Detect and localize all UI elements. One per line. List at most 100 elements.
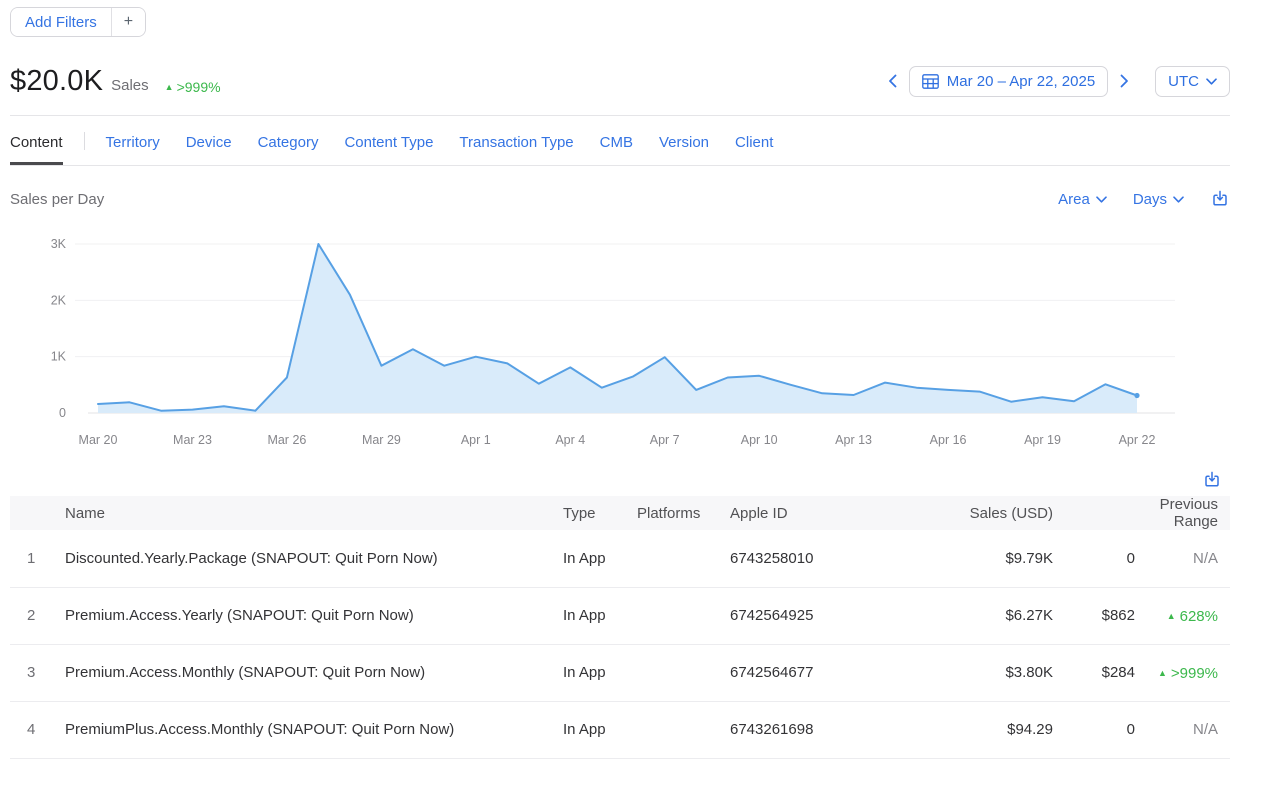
timezone-label: UTC bbox=[1168, 73, 1199, 90]
row-type: In App bbox=[563, 587, 637, 644]
row-type: In App bbox=[563, 530, 637, 587]
tab-version[interactable]: Version bbox=[659, 116, 709, 165]
content-sales-table: Name Type Platforms Apple ID Sales (USD)… bbox=[10, 496, 1230, 759]
column-header-previous-value bbox=[1053, 496, 1135, 530]
row-change: N/A bbox=[1135, 530, 1230, 587]
chart-last-point bbox=[1134, 393, 1139, 398]
y-axis-label: 2K bbox=[51, 293, 67, 307]
row-name: Discounted.Yearly.Package (SNAPOUT: Quit… bbox=[65, 530, 563, 587]
chart-type-dropdown[interactable]: Area bbox=[1058, 191, 1107, 208]
up-triangle-icon: ▲ bbox=[1158, 669, 1167, 678]
chart-header: Sales per Day Area Days bbox=[10, 187, 1230, 211]
chart-controls: Area Days bbox=[1058, 189, 1230, 209]
sales-change-badge: ▲ >999% bbox=[165, 79, 221, 95]
chevron-down-icon bbox=[1173, 196, 1184, 203]
x-axis-label: Mar 23 bbox=[173, 433, 212, 447]
sales-chart-svg: 01K2K3KMar 20Mar 23Mar 26Mar 29Apr 1Apr … bbox=[10, 219, 1230, 451]
x-axis-label: Apr 16 bbox=[930, 433, 967, 447]
chevron-down-icon bbox=[1206, 78, 1217, 85]
row-rank: 2 bbox=[10, 587, 65, 644]
tab-category[interactable]: Category bbox=[258, 116, 319, 165]
chart-download-button[interactable] bbox=[1210, 189, 1230, 209]
row-previous-value: 0 bbox=[1053, 701, 1135, 758]
date-range-label: Mar 20 – Apr 22, 2025 bbox=[947, 73, 1095, 90]
x-axis-label: Apr 22 bbox=[1119, 433, 1156, 447]
x-axis-label: Apr 1 bbox=[461, 433, 491, 447]
download-icon bbox=[1202, 470, 1222, 490]
column-header-sales[interactable]: Sales (USD) bbox=[938, 496, 1053, 530]
row-sales: $9.79K bbox=[938, 530, 1053, 587]
sales-trends-page: Add Filters + $20.0K Sales ▲ >999% bbox=[0, 0, 1271, 759]
calendar-icon bbox=[922, 74, 939, 89]
row-apple-id: 6743258010 bbox=[730, 530, 938, 587]
previous-range-button[interactable] bbox=[886, 72, 899, 90]
table-tools bbox=[10, 469, 1230, 491]
sales-per-day-chart: 01K2K3KMar 20Mar 23Mar 26Mar 29Apr 1Apr … bbox=[10, 219, 1230, 451]
x-axis-label: Apr 7 bbox=[650, 433, 680, 447]
row-name: Premium.Access.Yearly (SNAPOUT: Quit Por… bbox=[65, 587, 563, 644]
y-axis-label: 1K bbox=[51, 350, 67, 364]
table-download-button[interactable] bbox=[1202, 470, 1222, 490]
sales-change-percent: >999% bbox=[177, 79, 221, 95]
row-platforms bbox=[637, 701, 730, 758]
table-row[interactable]: 1Discounted.Yearly.Package (SNAPOUT: Qui… bbox=[10, 530, 1230, 587]
chart-title: Sales per Day bbox=[10, 191, 104, 208]
table-row[interactable]: 4PremiumPlus.Access.Monthly (SNAPOUT: Qu… bbox=[10, 701, 1230, 758]
row-apple-id: 6742564925 bbox=[730, 587, 938, 644]
row-sales: $94.29 bbox=[938, 701, 1053, 758]
sales-total: $20.0K Sales ▲ >999% bbox=[10, 65, 221, 98]
y-axis-label: 3K bbox=[51, 237, 67, 251]
tab-cmb[interactable]: CMB bbox=[600, 116, 633, 165]
sales-total-value: $20.0K bbox=[10, 65, 103, 98]
timezone-selector[interactable]: UTC bbox=[1155, 66, 1230, 97]
tab-device[interactable]: Device bbox=[186, 116, 232, 165]
row-change: ▲628% bbox=[1135, 587, 1230, 644]
tab-content[interactable]: Content bbox=[10, 116, 63, 165]
x-axis-label: Mar 26 bbox=[267, 433, 306, 447]
up-triangle-icon: ▲ bbox=[165, 83, 174, 92]
row-rank: 4 bbox=[10, 701, 65, 758]
row-change: ▲>999% bbox=[1135, 644, 1230, 701]
dimension-tabs: Content Territory Device Category Content Ty… bbox=[10, 116, 1230, 166]
row-previous-value: $862 bbox=[1053, 587, 1135, 644]
row-previous-value: $284 bbox=[1053, 644, 1135, 701]
row-change: N/A bbox=[1135, 701, 1230, 758]
table-row[interactable]: 3Premium.Access.Monthly (SNAPOUT: Quit P… bbox=[10, 644, 1230, 701]
add-filter-plus-button[interactable]: + bbox=[112, 8, 145, 36]
tab-divider bbox=[84, 132, 85, 150]
column-header-platforms[interactable]: Platforms bbox=[637, 496, 730, 530]
column-header-type[interactable]: Type bbox=[563, 496, 637, 530]
granularity-dropdown[interactable]: Days bbox=[1133, 191, 1184, 208]
column-header-name[interactable]: Name bbox=[65, 496, 563, 530]
column-header-rank bbox=[10, 496, 65, 530]
chevron-down-icon bbox=[1096, 196, 1107, 203]
table-row[interactable]: 2Premium.Access.Yearly (SNAPOUT: Quit Po… bbox=[10, 587, 1230, 644]
download-icon bbox=[1210, 189, 1230, 209]
row-type: In App bbox=[563, 644, 637, 701]
tab-territory[interactable]: Territory bbox=[106, 116, 160, 165]
granularity-label: Days bbox=[1133, 191, 1167, 208]
add-filters-button[interactable]: Add Filters bbox=[11, 8, 111, 36]
column-header-previous-range[interactable]: Previous Range bbox=[1135, 496, 1230, 530]
row-apple-id: 6742564677 bbox=[730, 644, 938, 701]
up-triangle-icon: ▲ bbox=[1167, 612, 1176, 621]
date-range-button[interactable]: Mar 20 – Apr 22, 2025 bbox=[909, 66, 1108, 97]
row-platforms bbox=[637, 587, 730, 644]
tab-transaction-type[interactable]: Transaction Type bbox=[459, 116, 573, 165]
row-name: PremiumPlus.Access.Monthly (SNAPOUT: Qui… bbox=[65, 701, 563, 758]
chart-type-label: Area bbox=[1058, 191, 1090, 208]
table-header-row: Name Type Platforms Apple ID Sales (USD)… bbox=[10, 496, 1230, 530]
row-platforms bbox=[637, 530, 730, 587]
row-type: In App bbox=[563, 701, 637, 758]
x-axis-label: Mar 20 bbox=[79, 433, 118, 447]
summary-row: $20.0K Sales ▲ >999% Mar 20 – Apr 22, 20… bbox=[10, 61, 1230, 101]
column-header-apple-id[interactable]: Apple ID bbox=[730, 496, 938, 530]
date-controls: Mar 20 – Apr 22, 2025 UTC bbox=[886, 66, 1230, 97]
row-apple-id: 6743261698 bbox=[730, 701, 938, 758]
x-axis-label: Apr 19 bbox=[1024, 433, 1061, 447]
add-filters-group: Add Filters + bbox=[10, 7, 146, 37]
next-range-button[interactable] bbox=[1118, 72, 1131, 90]
row-name: Premium.Access.Monthly (SNAPOUT: Quit Po… bbox=[65, 644, 563, 701]
tab-client[interactable]: Client bbox=[735, 116, 773, 165]
tab-content-type[interactable]: Content Type bbox=[344, 116, 433, 165]
